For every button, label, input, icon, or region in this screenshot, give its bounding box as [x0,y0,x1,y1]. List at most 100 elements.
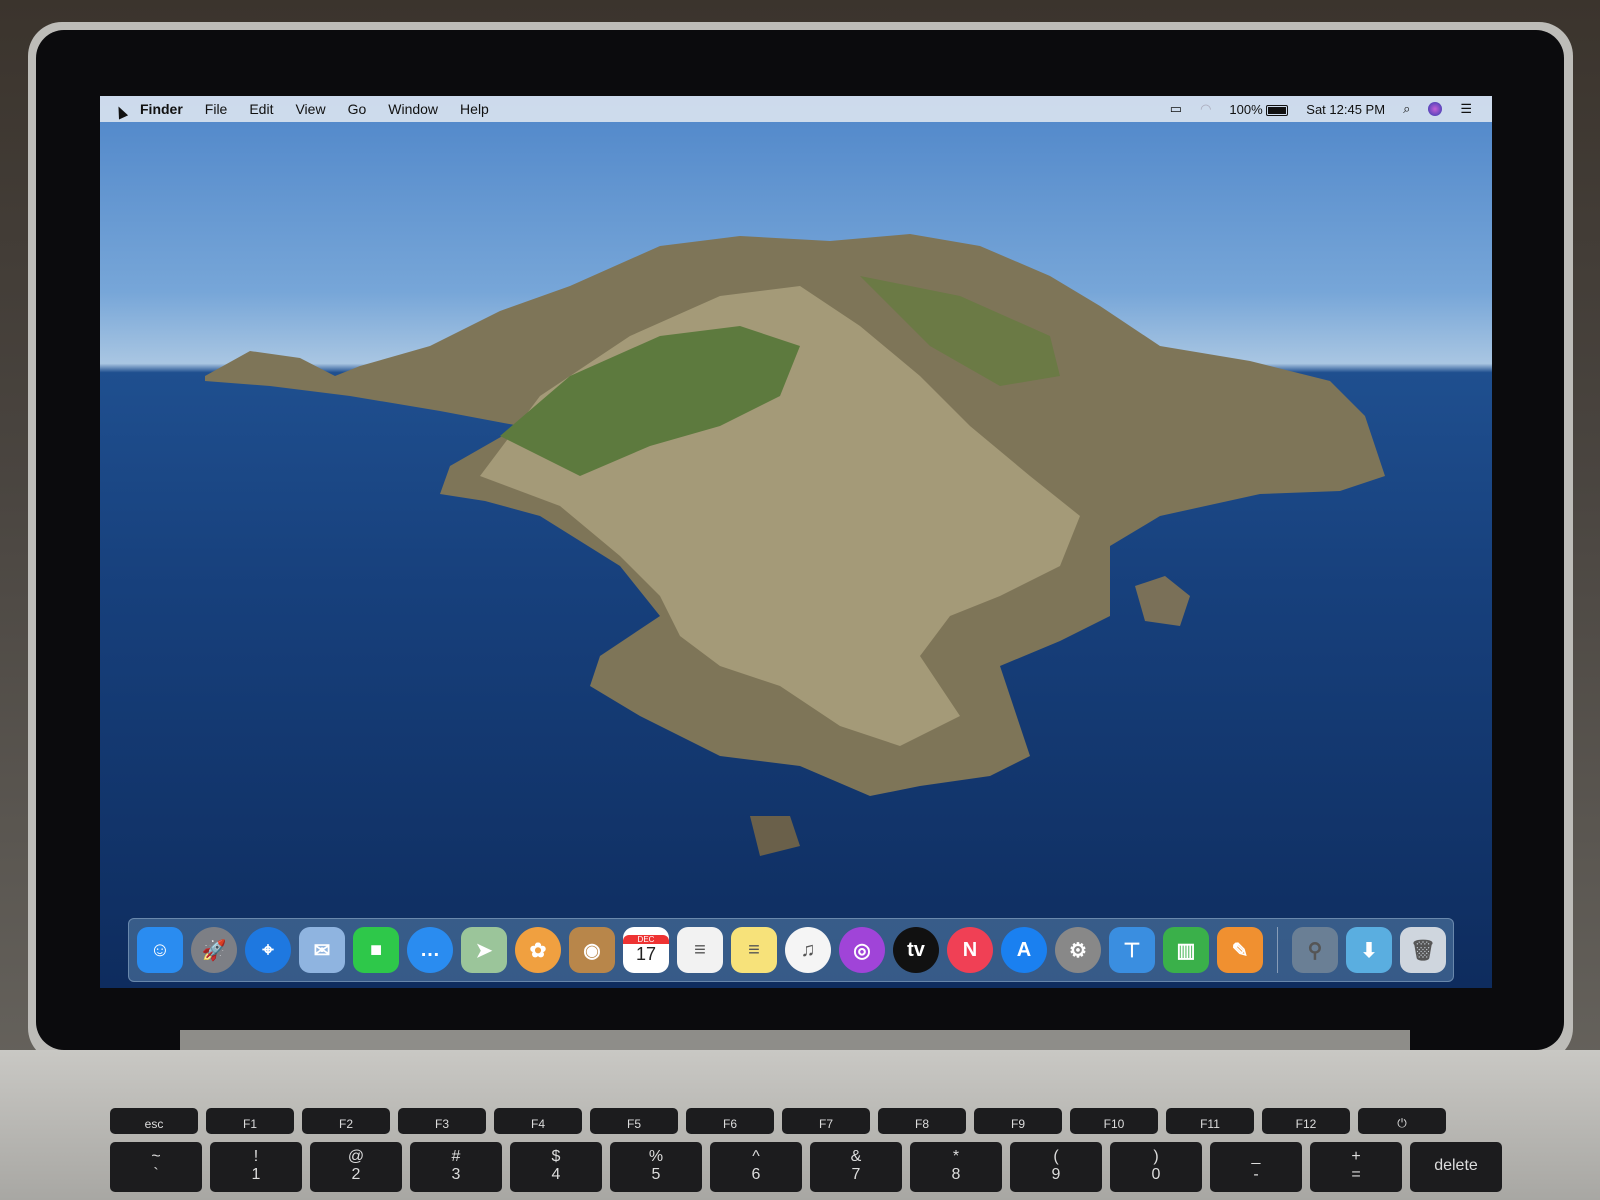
key-f1[interactable]: F1 [206,1108,294,1134]
dock-separator [1277,927,1278,973]
airplay-icon[interactable]: ▭ [1170,101,1182,117]
key--[interactable]: _ - [1210,1142,1302,1192]
key-⏻[interactable]: ⏻ [1358,1108,1446,1134]
dock-trash[interactable]: 🗑 [1400,927,1446,973]
key-f4[interactable]: F4 [494,1108,582,1134]
key-4[interactable]: $4 [510,1142,602,1192]
key-2[interactable]: @2 [310,1142,402,1192]
key-shift-label: # [451,1147,461,1165]
key-f11[interactable]: F11 [1166,1108,1254,1134]
menu-window[interactable]: Window [388,101,438,117]
dock: ☺ 🚀 ⌖ ✉ ■ … ➤ ✿ ◉ DEC 17 ≡ ≡ ♫ ◎ tv N A ⚙ ⊤ ▥ ✎ ⚲ ⬇ 🗑 [128,918,1454,982]
app-store-icon: A [1016,938,1032,961]
desktop-screen: Finder File Edit View Go Window Help ▭ ◠… [100,96,1492,988]
key-f12[interactable]: F12 [1262,1108,1350,1134]
key-7[interactable]: & 7 [810,1142,902,1192]
menu-file[interactable]: File [205,101,228,117]
dock-contacts[interactable]: ◉ [569,927,615,973]
wallpaper-island [205,234,1385,856]
key-1[interactable]: ! 1 [210,1142,302,1192]
dock-maps[interactable]: ➤ [461,927,507,973]
dock-calendar[interactable]: DEC 17 [623,927,669,973]
dock-reminders[interactable]: ≡ [677,927,723,973]
contacts-icon: ◉ [583,939,601,962]
notes-icon: ≡ [748,938,760,961]
key-5[interactable]: % 5 [610,1142,702,1192]
battery-status[interactable]: 100% [1229,101,1289,117]
dock-downloads[interactable]: ⬇ [1346,927,1392,973]
key-label: ` [153,1165,159,1183]
dock-news[interactable]: N [947,927,993,973]
dock-system-preferences[interactable]: ⚙ [1055,927,1101,973]
dock-app-store[interactable]: A [1001,927,1047,973]
menu-view[interactable]: View [295,101,325,117]
dock-messages[interactable]: … [407,927,453,973]
key-delete[interactable]: delete [1410,1142,1502,1192]
key-label: 4 [551,1165,561,1183]
key-esc[interactable]: esc [110,1108,198,1134]
key-shift-label: ( [1053,1147,1059,1165]
dock-finder[interactable]: ☺ [137,927,183,973]
key-label: 8 [951,1165,961,1183]
key-6[interactable]: ^ 6 [710,1142,802,1192]
facetime-icon: ■ [369,938,383,961]
dock-notes[interactable]: ≡ [731,927,777,973]
notification-center-icon[interactable]: ☰ [1460,101,1472,117]
key-shift-label: & [850,1147,862,1165]
siri-icon[interactable] [1428,102,1443,116]
dock-utility[interactable]: ⚲ [1292,927,1338,973]
pages-icon: ✎ [1231,939,1249,962]
key-3[interactable]: #3 [410,1142,502,1192]
dock-music[interactable]: ♫ [785,927,831,973]
menu-app-finder[interactable]: Finder [140,101,183,117]
trash-icon: 🗑 [1410,939,1436,962]
spotlight-search-icon[interactable]: ⌕ [1403,101,1410,117]
key-label: 0 [1151,1165,1161,1183]
dock-launchpad[interactable]: 🚀 [191,927,237,973]
key-f3[interactable]: F3 [398,1108,486,1134]
number-key-row: ~ `! 1 @2 #3 $4% 5 ^ 6 & 7 * 8(9) 0 _ - + = delete [110,1142,1560,1192]
key-f2[interactable]: F2 [302,1108,390,1134]
key-0[interactable]: ) 0 [1110,1142,1202,1192]
key-f7[interactable]: F7 [782,1108,870,1134]
key-f5[interactable]: F5 [590,1108,678,1134]
calendar-day: 17 [635,944,657,964]
dock-photos[interactable]: ✿ [515,927,561,973]
dock-podcasts[interactable]: ◎ [839,927,885,973]
menu-edit[interactable]: Edit [249,101,273,117]
key-label: - [1253,1165,1259,1183]
key-8[interactable]: * 8 [910,1142,1002,1192]
safari-icon: ⌖ [262,938,274,961]
wifi-icon[interactable]: ◠ [1200,101,1211,117]
dock-facetime[interactable]: ■ [353,927,399,973]
dock-safari[interactable]: ⌖ [245,927,291,973]
function-key-row: esc F1 F2 F3 F4 F5 F6 F7 F8 F9 F10 F11 F12 ⏻ [110,1108,1560,1134]
battery-percent: 100% [1229,101,1263,117]
dock-mail[interactable]: ✉ [299,927,345,973]
numbers-icon: ▥ [1176,939,1196,962]
key-f6[interactable]: F6 [686,1108,774,1134]
menu-go[interactable]: Go [348,101,367,117]
menu-bar: Finder File Edit View Go Window Help ▭ ◠… [100,96,1492,122]
key-label: = [1351,1165,1361,1183]
key-f10[interactable]: F10 [1070,1108,1158,1134]
dock-numbers[interactable]: ▥ [1163,927,1209,973]
clock[interactable]: Sat 12:45 PM [1306,102,1385,117]
dock-keynote[interactable]: ⊤ [1109,927,1155,973]
music-icon: ♫ [800,938,816,961]
dock-pages[interactable]: ✎ [1217,927,1263,973]
key-label: 5 [651,1165,661,1183]
key-label: 9 [1051,1165,1061,1183]
key-`[interactable]: ~ ` [110,1142,202,1192]
menu-help[interactable]: Help [460,101,489,117]
key-9[interactable]: (9 [1010,1142,1102,1192]
utility-icon: ⚲ [1307,939,1323,962]
key-shift-label: ^ [752,1147,760,1165]
key-f9[interactable]: F9 [974,1108,1062,1134]
podcasts-icon: ◎ [853,939,871,962]
dock-tv[interactable]: tv [893,927,939,973]
key-label: 7 [851,1165,861,1183]
key-f8[interactable]: F8 [878,1108,966,1134]
key-=[interactable]: + = [1310,1142,1402,1192]
messages-icon: … [420,938,440,961]
